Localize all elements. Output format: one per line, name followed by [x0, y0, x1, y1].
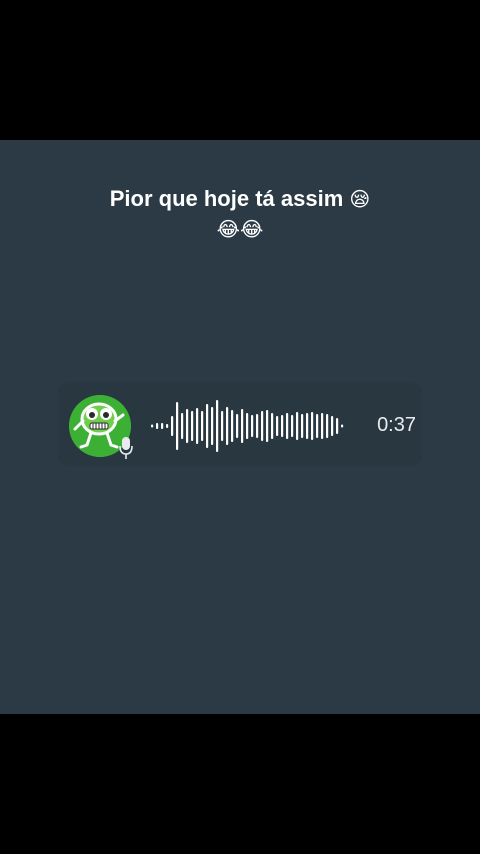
waveform-bar: [311, 412, 314, 440]
waveform-bar: [316, 414, 319, 438]
waveform-bar: [341, 424, 344, 428]
audio-waveform[interactable]: [150, 396, 350, 456]
waveform-bar: [221, 411, 224, 441]
caption-line-1: Pior que hoje tá assim 😪: [0, 184, 480, 214]
sleepy-emoji: 😪: [349, 187, 371, 211]
waveform-bar: [326, 414, 329, 438]
voice-message[interactable]: 0:37: [58, 382, 422, 466]
waveform-bar: [306, 413, 309, 439]
duration-label: 0:37: [377, 414, 416, 436]
waveform-bar: [256, 414, 259, 438]
waveform-bar: [151, 424, 154, 428]
waveform-bar: [296, 412, 299, 440]
waveform-bar: [266, 410, 269, 442]
microphone-icon: [119, 437, 133, 459]
waveform-bar: [226, 407, 229, 445]
waveform-bar: [176, 402, 179, 450]
waveform-bar: [281, 415, 284, 437]
waveform-bar: [171, 416, 174, 436]
waveform-bar: [321, 413, 324, 439]
waveform-bar: [246, 413, 249, 439]
waveform-bar: [236, 414, 239, 438]
waveform-bar: [181, 413, 184, 439]
waveform-bar: [186, 409, 189, 443]
waveform-bar: [161, 423, 164, 429]
waveform-bar: [286, 413, 289, 439]
waveform-bar: [156, 423, 159, 429]
waveform-bar: [206, 404, 209, 448]
waveform-bar: [336, 418, 339, 434]
waveform-bar: [276, 416, 279, 436]
waveform-bar: [166, 424, 169, 428]
caption-text: Pior que hoje tá assim: [109, 186, 344, 211]
waveform-bar: [291, 415, 294, 437]
waveform-bar: [241, 409, 244, 443]
waveform-bar: [201, 411, 204, 441]
waveform-bar: [301, 414, 304, 438]
waveform-bar: [196, 408, 199, 444]
waveform-bar: [261, 411, 264, 441]
waveform-bar: [331, 416, 334, 436]
video-frame: Pior que hoje tá assim 😪 😂😂 0:37: [0, 140, 480, 714]
caption: Pior que hoje tá assim 😪 😂😂: [0, 184, 480, 244]
waveform-bar: [191, 411, 194, 441]
waveform-bar: [211, 407, 214, 445]
waveform-bar: [231, 410, 234, 442]
waveform-bar: [251, 415, 254, 437]
waveform-bar: [216, 400, 219, 452]
laughing-emoji: 😂😂: [216, 217, 264, 241]
waveform-bar: [271, 413, 274, 439]
